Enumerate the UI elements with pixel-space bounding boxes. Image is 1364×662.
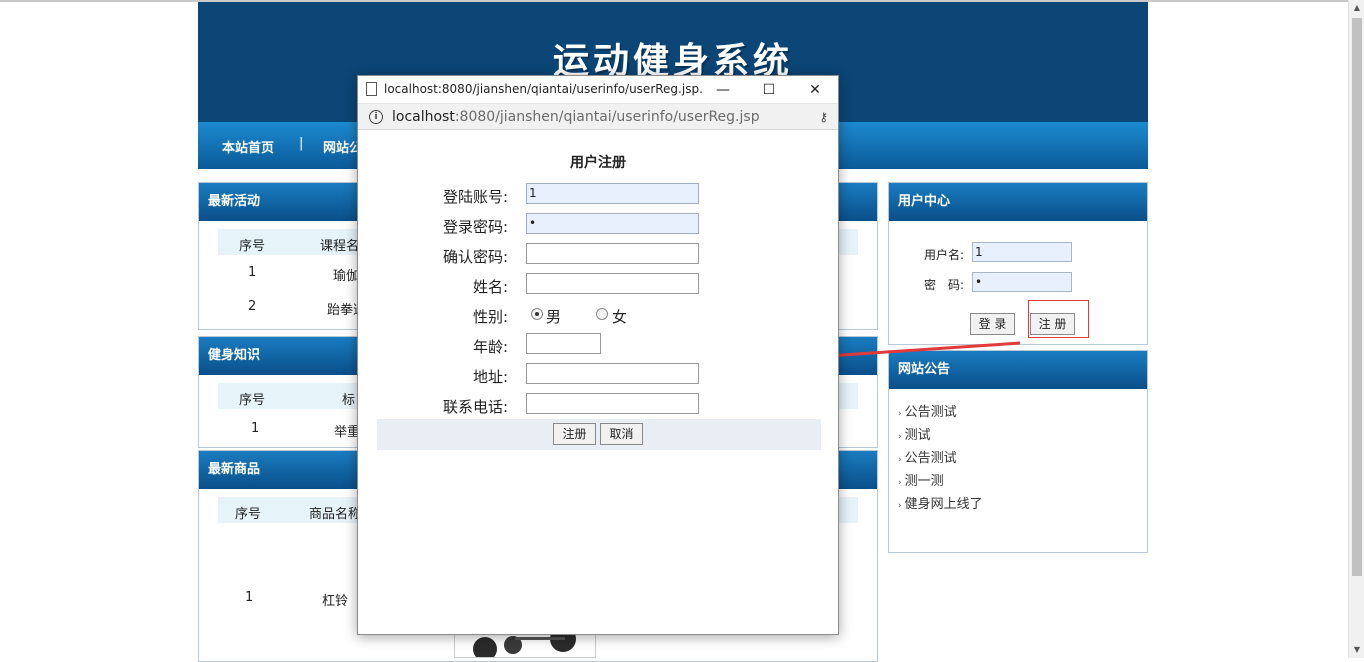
notice-label: 测一测 (904, 474, 944, 489)
address-label: 地址: (472, 368, 508, 386)
list-item[interactable]: › 公告测试 (898, 447, 957, 466)
key-icon[interactable]: ⚷ (819, 110, 828, 124)
scroll-down-icon[interactable]: ▼ (1349, 642, 1364, 658)
table-row-index: 1 (245, 590, 254, 605)
maximize-button[interactable]: ☐ (746, 76, 792, 104)
password-label: 登录密码: (442, 218, 508, 236)
name-label: 姓名: (472, 278, 508, 296)
close-button[interactable]: ✕ (792, 76, 838, 104)
password-label: 密 码: (924, 278, 965, 292)
url-host: localhost (392, 109, 455, 125)
username-input[interactable]: 1 (972, 242, 1072, 262)
phone-label: 联系电话: (442, 398, 508, 416)
bullet-icon: › (898, 478, 902, 488)
notice-label: 公告测试 (904, 405, 957, 420)
nav-home[interactable]: 本站首页 (222, 137, 274, 156)
cancel-button[interactable]: 取消 (600, 423, 643, 445)
gender-label: 性别: (472, 308, 508, 326)
notice-label: 测试 (904, 428, 931, 443)
form-footer: 注册 取消 (377, 419, 821, 450)
list-item[interactable]: › 测一测 (898, 470, 944, 489)
gender-female-radio[interactable] (596, 308, 608, 320)
page-icon (366, 82, 377, 96)
product-image[interactable] (454, 634, 596, 658)
bullet-icon: › (898, 501, 902, 511)
gender-male-label[interactable]: 男 (546, 306, 561, 327)
products-header-index: 序号 (235, 507, 262, 522)
notice-label: 健身网上线了 (904, 497, 983, 512)
list-item[interactable]: › 公告测试 (898, 401, 957, 420)
table-row-index: 2 (248, 299, 257, 314)
username-label: 用户名: (924, 248, 965, 262)
name-input[interactable] (526, 273, 699, 294)
account-input[interactable]: 1 (526, 183, 699, 204)
list-item[interactable]: › 健身网上线了 (898, 493, 983, 512)
info-icon[interactable]: i (369, 110, 383, 124)
scrollbar-thumb[interactable] (1352, 18, 1362, 576)
address-input[interactable] (526, 363, 699, 384)
popup-titlebar[interactable]: localhost:8080/jianshen/qiantai/userinfo… (358, 76, 838, 104)
knowledge-header-title: 标 (342, 393, 356, 408)
account-label: 登陆账号: (442, 188, 508, 206)
nav-separator: | (299, 136, 304, 151)
notices-panel: 网站公告 › 公告测试 › 测试 › 公告测试 › 测一测 › 健身网上线了 (888, 350, 1148, 553)
phone-input[interactable] (526, 393, 699, 414)
age-label: 年龄: (472, 338, 508, 356)
scroll-up-icon[interactable]: ▲ (1349, 0, 1364, 16)
register-button[interactable]: 注 册 (1030, 313, 1075, 335)
page-scrollbar[interactable]: ▲ ▼ (1348, 0, 1364, 658)
user-center-title: 用户中心 (889, 183, 1147, 221)
password-input[interactable]: • (526, 213, 699, 234)
user-center-panel: 用户中心 用户名: 1 密 码: • 登 录 注 册 (888, 182, 1148, 345)
bullet-icon: › (898, 409, 902, 419)
popup-address-bar[interactable]: i localhost:8080/jianshen/qiantai/userin… (358, 104, 838, 130)
submit-button[interactable]: 注册 (553, 423, 596, 445)
bullet-icon: › (898, 432, 902, 442)
activities-header-course: 课程名 (320, 239, 360, 254)
table-row-index: 1 (248, 265, 257, 280)
table-row-product[interactable]: 杠铃 (322, 590, 348, 609)
dumbbell-icon (473, 635, 576, 657)
popup-url: localhost:8080/jianshen/qiantai/userinfo… (392, 109, 760, 125)
popup-title: localhost:8080/jianshen/qiantai/userinfo… (384, 82, 704, 96)
form-title: 用户注册 (570, 155, 626, 171)
table-row-course[interactable]: 瑜伽 (333, 265, 359, 284)
bullet-icon: › (898, 455, 902, 465)
register-popup-window: localhost:8080/jianshen/qiantai/userinfo… (357, 75, 839, 635)
password-input[interactable]: • (972, 272, 1072, 292)
confirm-password-input[interactable] (526, 243, 699, 264)
gender-female-label[interactable]: 女 (612, 306, 627, 327)
login-button[interactable]: 登 录 (970, 313, 1015, 335)
table-row-index: 1 (251, 421, 260, 436)
gender-male-radio[interactable] (531, 308, 543, 320)
age-input[interactable] (526, 333, 601, 354)
url-path: :8080/jianshen/qiantai/userinfo/userReg.… (454, 109, 760, 125)
list-item[interactable]: › 测试 (898, 424, 931, 443)
notice-label: 公告测试 (904, 451, 957, 466)
products-header-name: 商品名称 (309, 507, 362, 522)
minimize-button[interactable]: — (700, 76, 746, 104)
confirm-password-label: 确认密码: (442, 248, 508, 266)
activities-header-index: 序号 (239, 239, 266, 254)
knowledge-header-index: 序号 (239, 393, 266, 408)
